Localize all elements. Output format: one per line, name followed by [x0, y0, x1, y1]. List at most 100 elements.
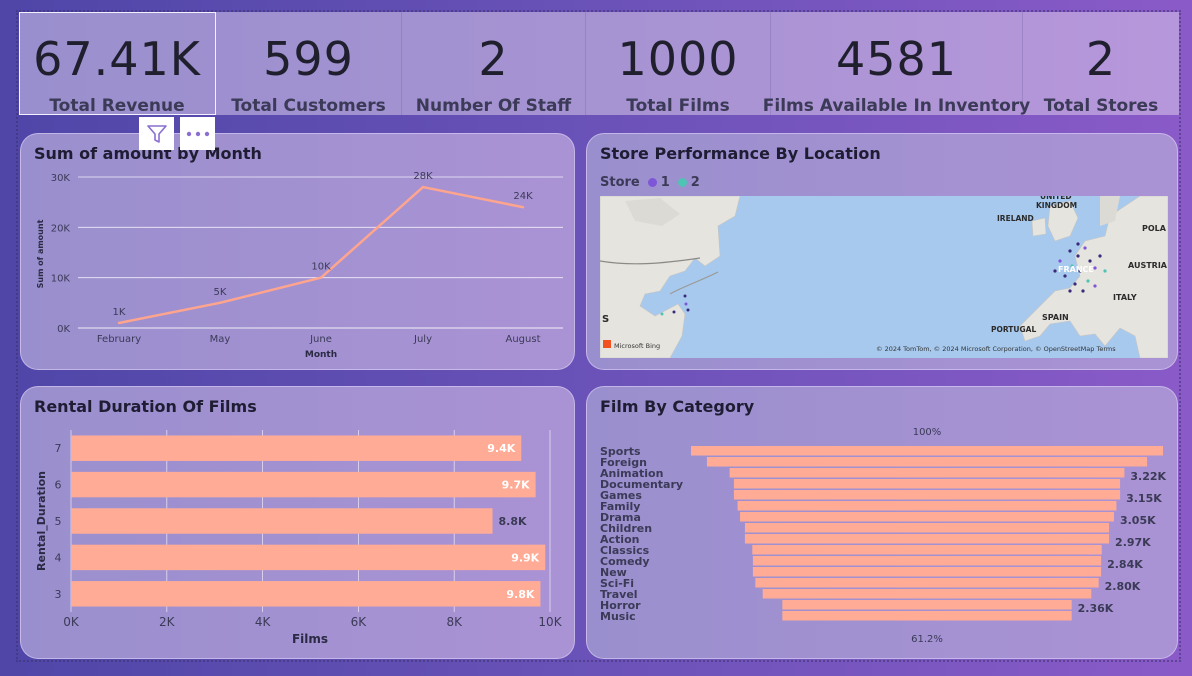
data-label: 2.80K [1105, 580, 1141, 593]
legend-title: Store [600, 175, 640, 190]
map-attribution[interactable]: © 2024 TomTom, © 2024 Microsoft Corporat… [876, 345, 1116, 353]
kpi-label: Films Available In Inventory [762, 96, 1031, 116]
line-chart: 0K 10K 20K 30K 1K February 5K May 10K June 28K July… [36, 171, 563, 360]
x-tick-label: July [413, 334, 432, 345]
data-point [421, 185, 425, 189]
funnel-card[interactable]: Film By Category 100% Sports Foreign Animat… [586, 386, 1178, 659]
x-tick-label: June [309, 334, 332, 345]
funnel-bar [744, 523, 1110, 533]
funnel-bar [737, 501, 1117, 511]
map-label-austria: AUSTRIA [1128, 261, 1168, 270]
more-options-button[interactable] [180, 117, 215, 150]
bar [71, 581, 541, 607]
kpi-total-revenue[interactable]: 67.41K Total Revenue [19, 12, 216, 116]
kpi-label: Total Customers [231, 96, 386, 116]
bar [71, 508, 493, 534]
map-legend: Store 1 2 [600, 175, 700, 190]
more-options-icon [186, 131, 209, 136]
bing-logo-icon [603, 340, 611, 348]
bar [71, 435, 522, 461]
funnel-bar [691, 446, 1163, 456]
funnel-bottom-label: 61.2% [911, 634, 943, 645]
map-label-ireland: IRELAND [997, 214, 1034, 223]
y-tick-label: 7 [55, 442, 62, 455]
data-label: 24K [513, 191, 533, 202]
visual-header-icons [139, 117, 215, 150]
y-tick-label: 30K [51, 173, 71, 184]
map-title: Store Performance By Location [600, 144, 881, 163]
map-svg: UNITED KINGDOM IRELAND FRANCE AUSTRIA POL… [600, 196, 1168, 358]
kpi-films-available[interactable]: 4581 Films Available In Inventory [763, 12, 1030, 116]
map-label-france: FRANCE [1058, 265, 1094, 274]
funnel-bar [752, 545, 1102, 555]
bar-chart: 0K 2K 4K 6K 8K 10K 7 9.4K 6 9.7K 5 8.8K 4 9.9K 3 9.8K Fi… [35, 430, 563, 646]
funnel-bar [782, 611, 1072, 621]
kpi-label: Total Stores [1043, 96, 1159, 116]
funnel-bar [740, 512, 1114, 522]
kpi-label: Number Of Staff [415, 96, 572, 116]
data-point [117, 321, 121, 325]
legend-dot-store-2 [677, 178, 687, 187]
x-tick-label: 2K [159, 615, 176, 629]
data-label: 9.4K [487, 442, 515, 455]
y-tick-label: 4 [55, 551, 62, 564]
x-tick-label: 8K [446, 615, 463, 629]
x-axis-title: Month [305, 350, 337, 360]
kpi-number-of-staff[interactable]: 2 Number Of Staff [402, 12, 586, 116]
bar-chart-card[interactable]: Rental Duration Of Films 0K 2K 4K 6K 8K 10K 7 9… [20, 386, 575, 659]
x-tick-label: 10K [538, 615, 562, 629]
map-card[interactable]: Store Performance By Location Store 1 2 [586, 133, 1178, 370]
kpi-total-customers[interactable]: 599 Total Customers [216, 12, 402, 116]
funnel-bar [744, 534, 1110, 544]
funnel-chart: 100%SportsForeignAnimation 3.22KDocumenta… [600, 427, 1167, 645]
data-label: 2.36K [1078, 602, 1114, 615]
kpi-value: 67.41K [33, 32, 201, 86]
funnel-bar [733, 479, 1121, 489]
y-tick-label: 3 [55, 588, 62, 601]
map-label-pola: POLA [1142, 224, 1167, 233]
y-tick-label: 10K [51, 274, 71, 285]
bar [71, 544, 546, 571]
data-label: 9.7K [502, 479, 530, 492]
legend-item-store-2[interactable]: 2 [691, 175, 700, 190]
filter-button[interactable] [139, 117, 174, 150]
data-label: 2.84K [1107, 558, 1143, 571]
x-axis-title: Films [292, 632, 328, 646]
x-tick-label: 6K [351, 615, 368, 629]
bar [71, 471, 536, 498]
y-axis-title: Sum of amount [36, 219, 45, 288]
data-label: 1K [113, 307, 126, 318]
y-tick-label: 0K [57, 324, 70, 335]
kpi-value: 4581 [835, 32, 958, 86]
x-tick-label: August [506, 334, 541, 345]
data-label: 9.9K [511, 551, 539, 564]
line-chart-card[interactable]: Sum of amount by Month 0K 10K 20K 30K 1K Febr… [20, 133, 575, 370]
kpi-total-stores[interactable]: 2 Total Stores [1023, 12, 1179, 116]
map-label-italy: ITALY [1113, 293, 1137, 302]
data-label: 3.22K [1130, 470, 1166, 483]
funnel-bar [706, 457, 1148, 467]
data-label: 3.15K [1126, 492, 1162, 505]
data-label: 9.8K [506, 588, 534, 601]
data-label: 3.05K [1120, 514, 1156, 527]
data-point [218, 301, 222, 305]
map-label-portugal: PORTUGAL [991, 325, 1036, 334]
x-tick-label: 0K [63, 615, 80, 629]
category-label: Music [600, 610, 636, 623]
data-point [521, 206, 525, 209]
map-view[interactable]: UNITED KINGDOM IRELAND FRANCE AUSTRIA POL… [600, 196, 1168, 358]
kpi-total-films[interactable]: 1000 Total Films [586, 12, 771, 116]
data-label: 28K [413, 171, 433, 182]
kpi-value: 2 [1085, 32, 1117, 86]
series-line [118, 185, 524, 325]
funnel-bar [762, 589, 1092, 599]
kpi-value: 599 [263, 32, 354, 86]
funnel-bar [782, 600, 1072, 610]
data-label: 10K [311, 262, 331, 273]
data-label: 8.8K [499, 515, 527, 528]
legend-item-store-1[interactable]: 1 [661, 175, 670, 190]
data-label: 2.97K [1115, 536, 1151, 549]
legend-dot-store-1 [647, 178, 657, 187]
x-tick-label: February [97, 334, 141, 345]
kpi-label: Total Revenue [49, 96, 185, 116]
